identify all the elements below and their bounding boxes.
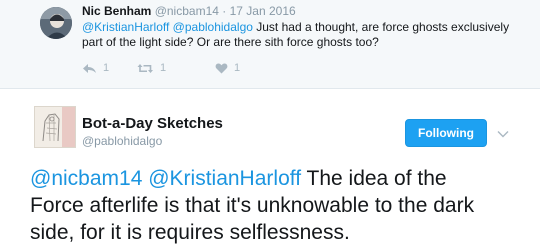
following-button[interactable]: Following (405, 119, 487, 147)
reply-header: Nic Benham @nicbam14 · 17 Jan 2016 (82, 4, 296, 18)
retweet-button[interactable]: 1 (137, 62, 166, 74)
tweet-author-name[interactable]: Bot-a-Day Sketches (82, 115, 223, 132)
mention-link[interactable]: @pablohidalgo (173, 20, 253, 34)
heart-icon (215, 63, 228, 73)
avatar[interactable] (34, 106, 76, 148)
mention-link[interactable]: @KristianHarloff (82, 20, 169, 34)
reply-date[interactable]: 17 Jan 2016 (230, 4, 296, 18)
reply-tweet: Nic Benham @nicbam14 · 17 Jan 2016 @Kris… (0, 0, 540, 89)
reply-author-name[interactable]: Nic Benham (82, 4, 151, 18)
reply-text: @KristianHarloff @pablohidalgo Just had … (82, 20, 522, 50)
mention-link[interactable]: @nicbam14 (30, 167, 142, 190)
avatar-image (40, 7, 72, 39)
main-tweet: Bot-a-Day Sketches @pablohidalgo Followi… (0, 89, 540, 248)
reply-author-handle[interactable]: @nicbam14 (155, 4, 219, 18)
avatar[interactable] (40, 7, 72, 39)
mention-link[interactable]: @KristianHarloff (148, 167, 301, 190)
reply-count: 1 (103, 62, 110, 74)
reply-button[interactable]: 1 (82, 62, 109, 74)
separator-dot: · (222, 4, 227, 18)
avatar-sketch-image (35, 107, 75, 147)
retweet-count: 1 (160, 62, 167, 74)
retweet-icon (137, 63, 153, 73)
like-count: 1 (234, 62, 241, 74)
tweet-text: @nicbam14 @KristianHarloff The idea of t… (30, 165, 500, 246)
more-options-button[interactable] (497, 125, 509, 138)
tweet-author-handle[interactable]: @pablohidalgo (82, 134, 162, 148)
like-button[interactable]: 1 (215, 62, 240, 74)
chevron-down-icon (497, 131, 509, 138)
reply-icon (83, 63, 96, 73)
